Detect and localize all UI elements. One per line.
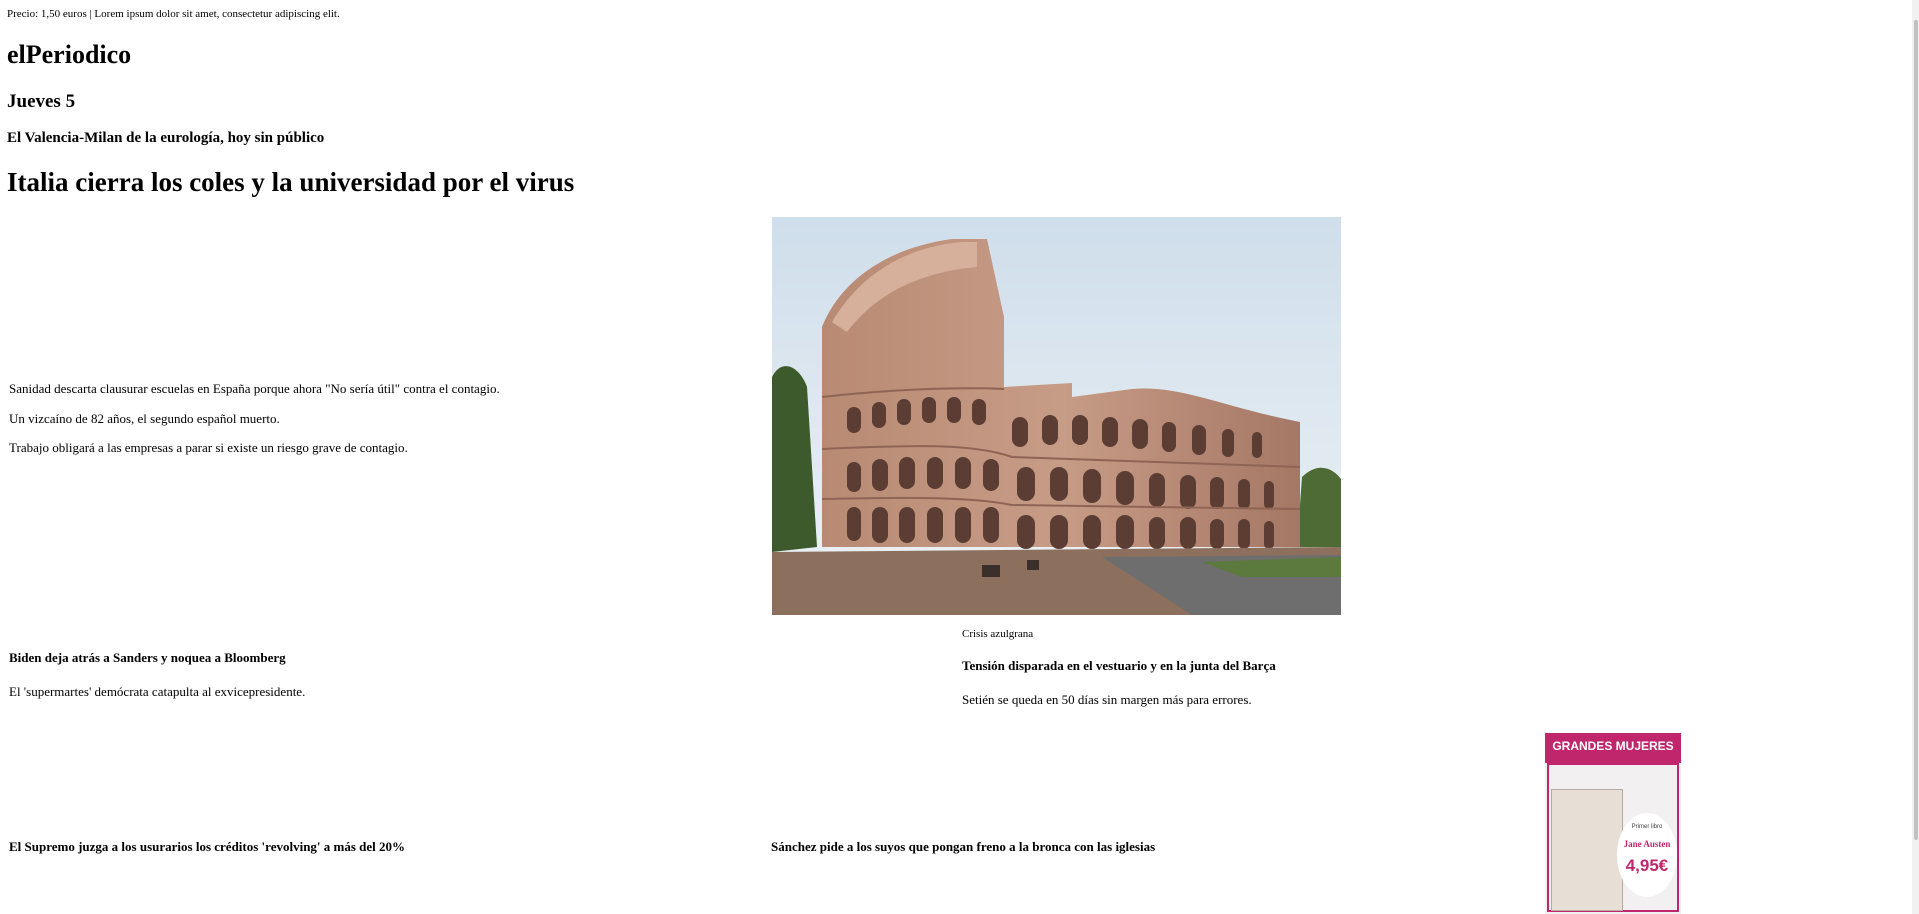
newspaper-page: Precio: 1,50 euros | Lorem ipsum dolor s… xyxy=(0,0,1919,914)
story-headline-supremo[interactable]: El Supremo juzga a los usurarios los cré… xyxy=(9,839,405,855)
ad-price: 4,95€ xyxy=(1625,856,1669,875)
story-headline-biden[interactable]: Biden deja atrás a Sanders y noquea a Bl… xyxy=(9,650,286,666)
lead-subheadline: Sanidad descarta clausurar escuelas en E… xyxy=(9,381,500,396)
lead-headline[interactable]: Italia cierra los coles y la universidad… xyxy=(7,166,574,198)
ad-author: Jane Austen xyxy=(1623,839,1671,849)
photo-caption: Crisis azulgrana xyxy=(962,628,1034,640)
lead-subheadline: Trabajo obligará a las empresas a parar … xyxy=(9,440,408,455)
price-line: Precio: 1,50 euros | Lorem ipsum dolor s… xyxy=(7,8,340,20)
story-headline-sanchez[interactable]: Sánchez pide a los suyos que pongan fren… xyxy=(771,839,1155,855)
edition-day: Jueves 5 xyxy=(7,91,76,112)
ad-title: GRANDES MUJERES xyxy=(1552,739,1674,753)
book-promo-ad[interactable]: GRANDES MUJERES Primer libro Jane Austen… xyxy=(1545,733,1681,914)
ad-promo-text: Primer libro xyxy=(1631,824,1663,830)
lead-subheadline: Un vizcaíno de 82 años, el segundo españ… xyxy=(9,411,280,426)
story-summary-barca: Setién se queda en 50 días sin margen má… xyxy=(962,692,1252,707)
lead-kicker[interactable]: El Valencia-Milan de la eurología, hoy s… xyxy=(7,129,324,147)
colosseum-photo[interactable] xyxy=(772,217,1341,615)
vertical-scrollbar[interactable] xyxy=(1912,0,1919,914)
scrollbar-thumb[interactable] xyxy=(1914,20,1918,840)
story-headline-barca[interactable]: Tensión disparada en el vestuario y en l… xyxy=(962,658,1276,674)
story-summary-biden: El 'supermartes' demócrata catapulta al … xyxy=(9,684,306,699)
newspaper-brand[interactable]: elPeriodico xyxy=(7,40,131,70)
jane-austen-portrait-icon xyxy=(1551,789,1623,911)
